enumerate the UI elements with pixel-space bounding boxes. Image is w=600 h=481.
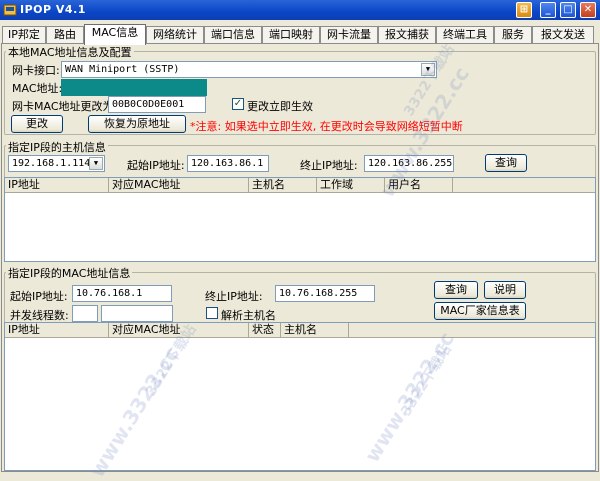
tab-packet-send[interactable]: 报文发送 (532, 26, 594, 44)
chevron-down-icon[interactable]: ▼ (89, 157, 103, 170)
col-username[interactable]: 用户名 (385, 178, 453, 193)
maximize-button[interactable]: □ (560, 2, 576, 18)
nic-select-value: WAN Miniport (SSTP) (65, 64, 180, 75)
nic-label: 网卡接口: (12, 64, 60, 77)
host-list-header: IP地址 对应MAC地址 主机名 工作域 用户名 (5, 178, 595, 193)
host-info-group-label: 指定IP段的主机信息 (6, 139, 108, 155)
close-button[interactable]: ✕ (580, 2, 596, 18)
ip-select-value: 192.168.1.114 (12, 158, 91, 169)
tab-port-map[interactable]: 端口映射 (262, 26, 320, 44)
window-title: IPOP V4.1 (20, 3, 86, 16)
col-hostname[interactable]: 主机名 (249, 178, 317, 193)
col-mac[interactable]: 对应MAC地址 (109, 178, 249, 193)
host-end-input[interactable]: 120.163.86.255 (364, 155, 454, 172)
threads-input[interactable] (72, 305, 98, 322)
mac-end-label: 终止IP地址: (205, 290, 263, 303)
local-mac-group-label: 本地MAC地址信息及配置 (6, 44, 134, 60)
app-icon (3, 4, 17, 16)
host-start-label: 起始IP地址: (127, 159, 185, 172)
host-end-label: 终止IP地址: (300, 159, 358, 172)
ip-select[interactable]: 192.168.1.114 ▼ (8, 155, 105, 172)
chevron-down-icon[interactable]: ▼ (421, 63, 435, 76)
resolve-hostname-label: 解析主机名 (221, 309, 276, 322)
host-query-button[interactable]: 查询 (485, 154, 527, 172)
help-button[interactable]: 说明 (484, 281, 526, 299)
mac-list[interactable]: IP地址 对应MAC地址 状态 主机名 (4, 322, 596, 471)
col-ip[interactable]: IP地址 (5, 178, 109, 193)
immediate-checkbox[interactable]: ✓ (232, 98, 244, 110)
tab-services[interactable]: 服务 (494, 26, 532, 44)
change-mac-label: 网卡MAC地址更改为: (12, 100, 118, 113)
col-workgroup[interactable]: 工作域 (317, 178, 385, 193)
tab-nic-traffic[interactable]: 网卡流量 (320, 26, 378, 44)
nic-select[interactable]: WAN Miniport (SSTP) ▼ (61, 61, 437, 78)
title-bar[interactable]: IPOP V4.1 ⊞ _ □ ✕ (0, 0, 600, 20)
threads-label: 并发线程数: (10, 309, 69, 322)
mac-query-button[interactable]: 查询 (434, 281, 478, 299)
mac-field[interactable] (61, 79, 207, 96)
mac-end-input[interactable]: 10.76.168.255 (275, 285, 375, 302)
immediate-label: 更改立即生效 (247, 100, 313, 113)
resolve-hostname-checkbox[interactable] (206, 307, 218, 319)
col-mac[interactable]: 对应MAC地址 (109, 323, 249, 338)
col-ip[interactable]: IP地址 (5, 323, 109, 338)
change-mac-input[interactable]: 00B0C0D0E001 (108, 96, 206, 113)
col-status[interactable]: 状态 (249, 323, 281, 338)
extra-icon[interactable]: ⊞ (516, 2, 532, 18)
host-start-input[interactable]: 120.163.86.1 (187, 155, 269, 172)
vendor-table-button[interactable]: MAC厂家信息表 (434, 302, 526, 320)
tab-port-info[interactable]: 端口信息 (204, 26, 262, 44)
tab-strip: IP邦定 路由 MAC信息 网络统计 端口信息 端口映射 网卡流量 报文捕获 终… (0, 24, 600, 45)
tab-route[interactable]: 路由 (46, 26, 84, 44)
mac-label: MAC地址: (12, 82, 63, 95)
tab-net-stats[interactable]: 网络统计 (146, 26, 204, 44)
restore-button[interactable]: 恢复为原地址 (88, 115, 186, 133)
mac-start-input[interactable]: 10.76.168.1 (72, 285, 172, 302)
mac-list-header: IP地址 对应MAC地址 状态 主机名 (5, 323, 595, 338)
mac-start-label: 起始IP地址: (10, 290, 68, 303)
minimize-button[interactable]: _ (540, 2, 556, 18)
mac-range-group-label: 指定IP段的MAC地址信息 (6, 265, 133, 281)
tab-terminal-tools[interactable]: 终端工具 (436, 26, 494, 44)
warning-text: *注意: 如果选中立即生效, 在更改时会导致网络短暂中断 (190, 120, 463, 133)
change-button[interactable]: 更改 (11, 115, 63, 133)
threads-extra-input[interactable] (101, 305, 173, 322)
tab-ip-bind[interactable]: IP邦定 (2, 26, 46, 44)
col-hostname[interactable]: 主机名 (281, 323, 349, 338)
tab-packet-capture[interactable]: 报文捕获 (378, 26, 436, 44)
host-list[interactable]: IP地址 对应MAC地址 主机名 工作域 用户名 (4, 177, 596, 262)
tab-mac-info[interactable]: MAC信息 (84, 24, 146, 45)
